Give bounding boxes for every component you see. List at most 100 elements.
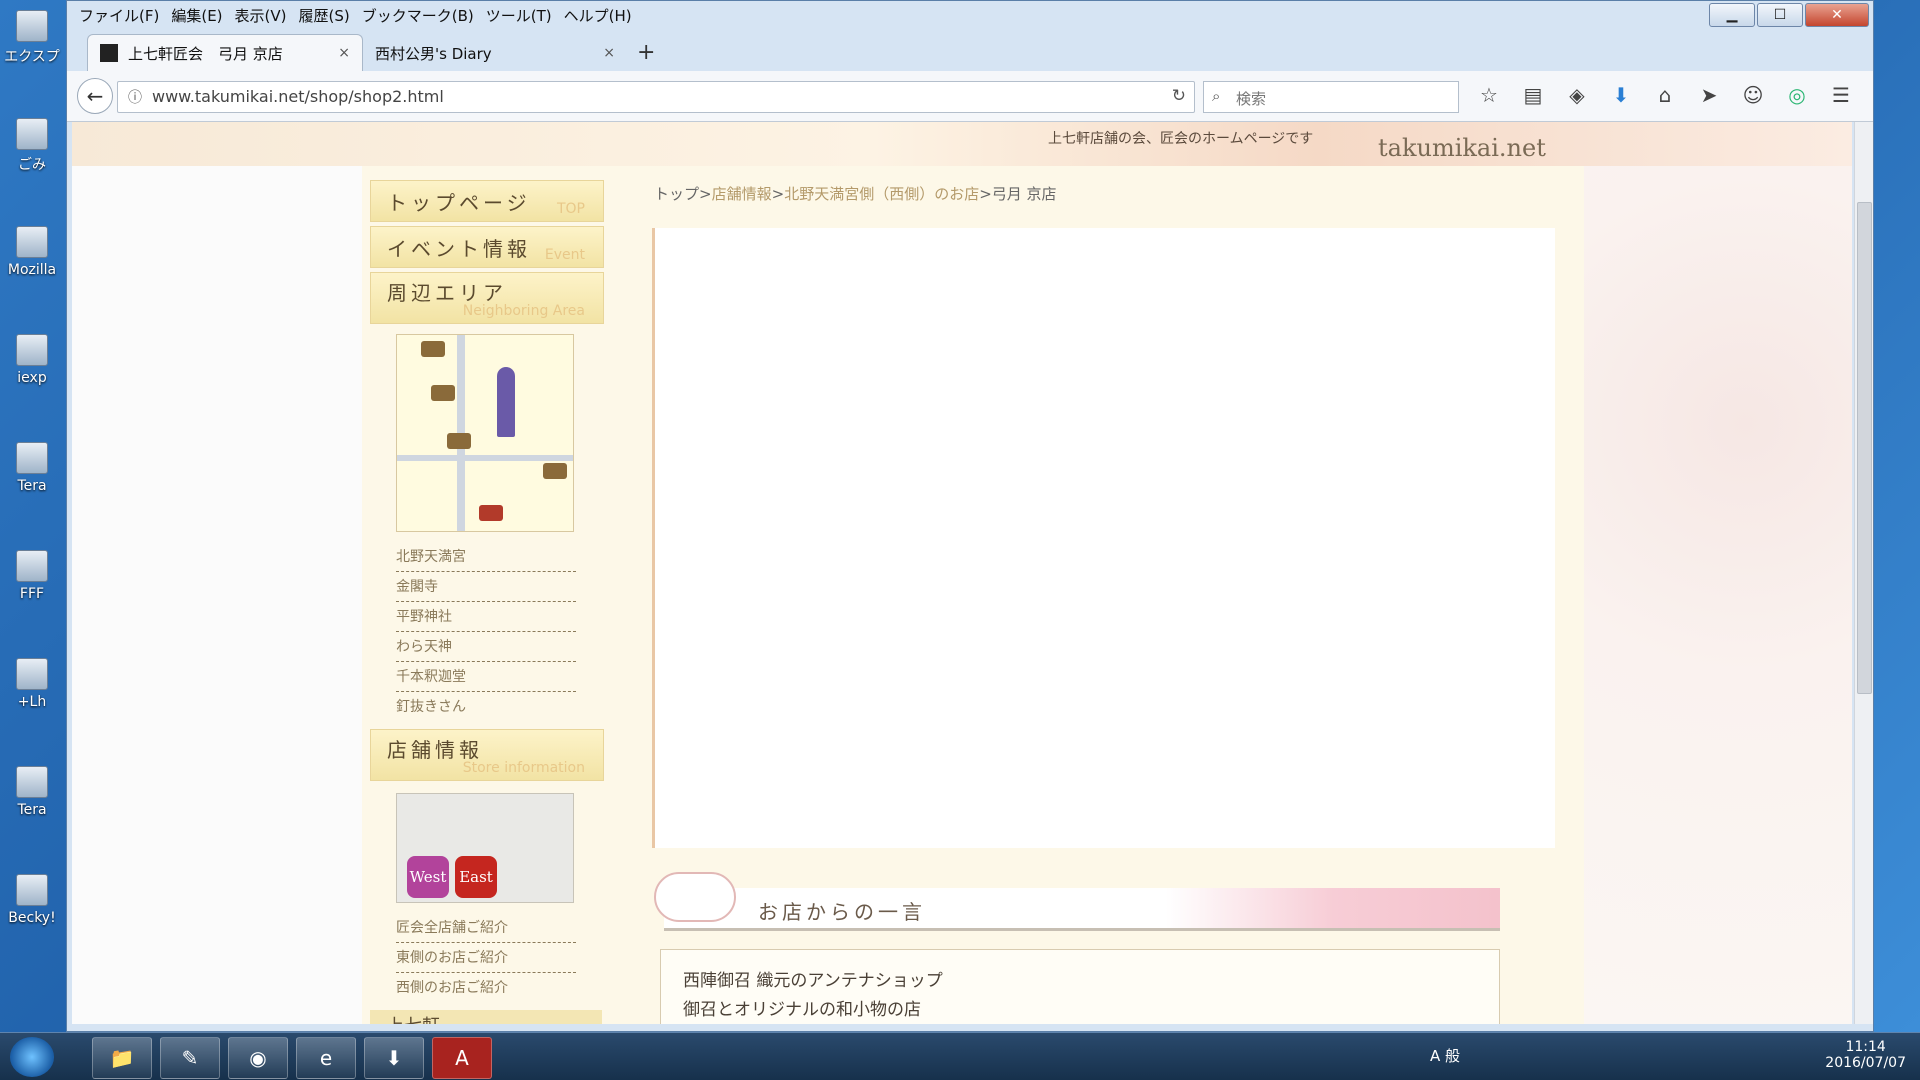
nav-store-label: 店舗情報	[387, 738, 483, 762]
shortcut-icon	[16, 550, 48, 582]
url-text[interactable]: www.takumikai.net/shop/shop2.html	[152, 87, 444, 106]
taskbar-firefox-icon[interactable]: ◉	[228, 1037, 288, 1079]
url-bar[interactable]: ⓘ www.takumikai.net/shop/shop2.html ↻	[117, 81, 1195, 113]
breadcrumb-west[interactable]: 北野天満宮側（西側）のお店	[784, 185, 979, 203]
breadcrumb: トップ>店舗情報>北野天満宮側（西側）のお店>弓月 京店	[654, 183, 1057, 204]
breadcrumb-current: 弓月 京店	[991, 185, 1057, 203]
area-link[interactable]: 千本釈迦堂	[396, 662, 576, 692]
chat-icon[interactable]: ☺	[1731, 83, 1775, 107]
shortcut-icon	[16, 226, 48, 258]
desktop-shortcut[interactable]: Tera	[0, 766, 64, 818]
east-button[interactable]: East	[455, 856, 497, 898]
breadcrumb-sep: >	[979, 185, 992, 203]
taskbar-notepad-icon[interactable]: ✎	[160, 1037, 220, 1079]
clock-date: 2016/07/07	[1825, 1055, 1906, 1071]
desktop-shortcut[interactable]: Tera	[0, 442, 64, 494]
nav-top[interactable]: トップページ TOP	[370, 180, 604, 222]
send-icon[interactable]: ➤	[1687, 83, 1731, 107]
nav-top-label: トップページ	[387, 191, 531, 215]
desktop-shortcut[interactable]: Mozilla	[0, 226, 64, 278]
nav-event-label: イベント情報	[387, 237, 531, 261]
area-link[interactable]: 平野神社	[396, 602, 576, 632]
menu-file[interactable]: ファイル(F)	[79, 5, 159, 26]
search-box[interactable]: ⌕ 検索	[1203, 81, 1459, 113]
favicon-icon	[100, 44, 118, 62]
shortcut-label: ごみ	[18, 157, 46, 173]
home-icon[interactable]: ⌂	[1643, 83, 1687, 107]
bookmark-star-icon[interactable]: ☆	[1467, 83, 1511, 107]
reload-icon[interactable]: ↻	[1172, 86, 1186, 106]
new-tab-button[interactable]: +	[637, 40, 655, 65]
tab-close-icon[interactable]: ×	[338, 45, 350, 61]
menu-help[interactable]: ヘルプ(H)	[564, 5, 632, 26]
site-brand[interactable]: takumikai.net	[1378, 134, 1546, 162]
area-link[interactable]: 釘抜きさん	[396, 692, 576, 721]
pocket-icon[interactable]: ◈	[1555, 83, 1599, 107]
nav-store-en: Store information	[462, 760, 585, 776]
scrollbar-thumb[interactable]	[1857, 202, 1872, 694]
maximize-button[interactable]: ☐	[1757, 3, 1803, 27]
menu-edit[interactable]: 編集(E)	[171, 5, 222, 26]
west-button[interactable]: West	[407, 856, 449, 898]
desktop-shortcut[interactable]: FFF	[0, 550, 64, 602]
reader-list-icon[interactable]: ▤	[1511, 83, 1555, 107]
ime-indicator[interactable]: A 般	[1430, 1045, 1460, 1066]
taskbar-explorer-icon[interactable]: 📁	[92, 1037, 152, 1079]
desktop-shortcut[interactable]: ごみ	[0, 118, 64, 174]
cloud-icon	[654, 872, 736, 922]
site-tagline: 上七軒店舗の会、匠会のホームページです	[1048, 131, 1314, 147]
message-line: 御召とオリジナルの和小物の店	[683, 1000, 921, 1020]
minimize-button[interactable]: ▁	[1709, 3, 1755, 27]
tab-title: 西村公男's Diary	[375, 44, 492, 63]
shortcut-label: エクスプ	[4, 49, 60, 65]
store-map-image: West East	[396, 793, 574, 903]
start-button[interactable]	[10, 1037, 54, 1077]
area-link[interactable]: わら天神	[396, 632, 576, 662]
nav-top-en: TOP	[556, 201, 585, 217]
site-info-icon[interactable]: ⓘ	[128, 87, 142, 107]
sync-icon[interactable]: ◎	[1775, 83, 1819, 107]
desktop-shortcut[interactable]: Becky!	[0, 874, 64, 926]
taskbar-installer-icon[interactable]: ⬇	[364, 1037, 424, 1079]
area-links: 北野天満宮 金閣寺 平野神社 わら天神 千本釈迦堂 釘抜きさん	[396, 542, 576, 721]
download-icon[interactable]: ⬇	[1599, 83, 1643, 107]
desktop-shortcut[interactable]: iexp	[0, 334, 64, 386]
content-column: トップページ TOP イベント情報 Event 周辺エリア Neighborin…	[362, 166, 1584, 1024]
search-placeholder[interactable]: 検索	[1236, 88, 1266, 109]
taskbar-ie-icon[interactable]: e	[296, 1037, 356, 1079]
area-link[interactable]: 金閣寺	[396, 572, 576, 602]
nav-area[interactable]: 周辺エリア Neighboring Area	[370, 272, 604, 324]
vertical-scrollbar[interactable]	[1854, 122, 1873, 1024]
desktop-shortcut[interactable]: +Lh	[0, 658, 64, 710]
taskbar-acrobat-icon[interactable]: A	[432, 1037, 492, 1079]
search-icon: ⌕	[1212, 87, 1221, 105]
back-button[interactable]: ←	[77, 78, 113, 114]
menu-history[interactable]: 履歴(S)	[299, 5, 350, 26]
window-controls: ▁ ☐ ✕	[1707, 3, 1869, 27]
breadcrumb-top[interactable]: トップ	[654, 185, 699, 203]
menu-view[interactable]: 表示(V)	[235, 5, 287, 26]
store-link[interactable]: 匠会全店舗ご紹介	[396, 913, 576, 943]
breadcrumb-store-info[interactable]: 店舗情報	[712, 185, 772, 203]
store-link[interactable]: 西側のお店ご紹介	[396, 973, 576, 1002]
menu-hamburger-icon[interactable]: ☰	[1819, 83, 1863, 107]
area-link[interactable]: 北野天満宮	[396, 542, 576, 572]
nav-event[interactable]: イベント情報 Event	[370, 226, 604, 268]
clock[interactable]: 11:14 2016/07/07	[1825, 1039, 1906, 1071]
menu-tools[interactable]: ツール(T)	[486, 5, 552, 26]
desktop-shortcut[interactable]: エクスプ	[0, 10, 64, 66]
message-line: 西陣御召 織元のアンテナショップ	[683, 971, 943, 991]
sidebar: トップページ TOP イベント情報 Event 周辺エリア Neighborin…	[370, 180, 604, 1024]
tab-close-icon[interactable]: ×	[603, 45, 615, 61]
close-window-button[interactable]: ✕	[1805, 3, 1869, 27]
menu-bookmarks[interactable]: ブックマーク(B)	[362, 5, 474, 26]
nav-area-label: 周辺エリア	[387, 281, 507, 305]
shortcut-icon	[16, 442, 48, 474]
tab-strip: 上七軒匠会 弓月 京店 × 西村公男's Diary × +	[87, 34, 655, 71]
area-map-image[interactable]	[396, 334, 574, 532]
tab-takumikai[interactable]: 上七軒匠会 弓月 京店 ×	[87, 34, 363, 71]
tab-diary[interactable]: 西村公男's Diary ×	[363, 35, 627, 71]
nav-kamishichiken[interactable]: 上七軒	[370, 1010, 602, 1024]
nav-store[interactable]: 店舗情報 Store information	[370, 729, 604, 781]
store-link[interactable]: 東側のお店ご紹介	[396, 943, 576, 973]
